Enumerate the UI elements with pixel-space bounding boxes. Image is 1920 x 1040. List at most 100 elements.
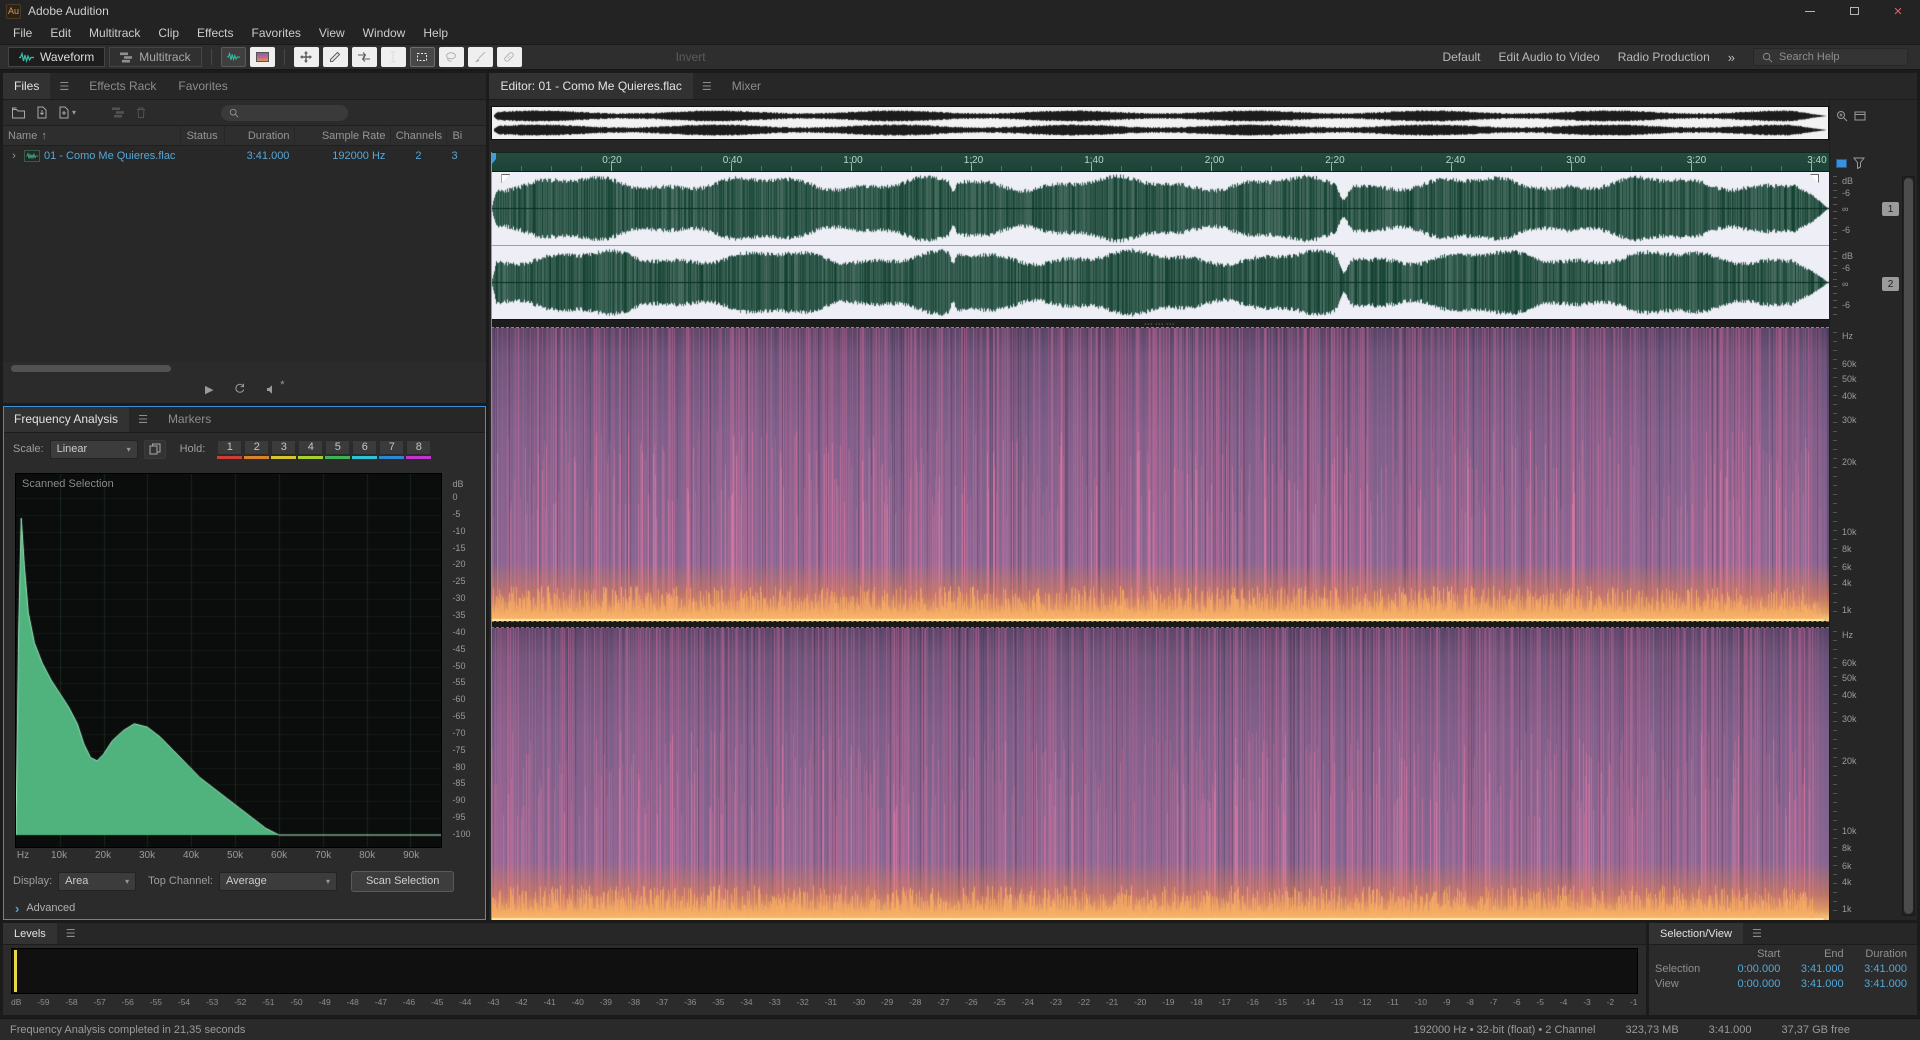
spectrogram-channel-1[interactable] xyxy=(491,328,1829,621)
channel-2-badge[interactable]: 2 xyxy=(1882,277,1899,291)
hold-button[interactable]: 5 xyxy=(325,439,351,459)
workspace-button[interactable]: Radio Production xyxy=(1618,50,1710,64)
multitrack-editor-button[interactable]: Multitrack xyxy=(109,47,202,67)
waveform-channel-2[interactable] xyxy=(491,246,1829,319)
new-content-button[interactable]: ▾ xyxy=(58,106,76,119)
slip-tool-button[interactable] xyxy=(351,47,377,67)
menu-item[interactable]: Edit xyxy=(41,22,80,44)
view-end-value[interactable]: 3:41.000 xyxy=(1780,978,1844,990)
tab-markers[interactable]: Markers xyxy=(157,406,222,432)
tab-favorites[interactable]: Favorites xyxy=(167,73,238,99)
minimize-button[interactable] xyxy=(1788,0,1832,22)
column-header-sample-rate[interactable]: Sample Rate xyxy=(294,126,390,145)
column-header-bit-depth[interactable]: Bi xyxy=(446,126,486,145)
spectrogram-channel-2[interactable] xyxy=(491,627,1829,920)
column-header-channels[interactable]: Channels xyxy=(390,126,446,145)
selection-start-value[interactable]: 0:00.000 xyxy=(1717,963,1781,975)
panel-menu-icon[interactable]: ☰ xyxy=(50,73,78,99)
loop-playback-button[interactable] xyxy=(233,383,246,395)
paintbrush-selection-tool-button[interactable] xyxy=(467,47,493,67)
selection-duration-value[interactable]: 3:41.000 xyxy=(1844,963,1907,975)
play-button[interactable]: ▶ xyxy=(205,383,213,396)
waveform-spectral-splitter[interactable]: ⋯⋯⋯ xyxy=(491,319,1829,328)
column-header-duration[interactable]: Duration xyxy=(224,126,294,145)
menu-item[interactable]: Effects xyxy=(188,22,242,44)
menu-item[interactable]: Clip xyxy=(149,22,188,44)
hold-button[interactable]: 7 xyxy=(379,439,405,459)
tab-mixer[interactable]: Mixer xyxy=(721,73,772,99)
help-search-box[interactable] xyxy=(1753,48,1908,66)
menu-item[interactable]: File xyxy=(4,22,41,44)
scale-dropdown[interactable]: Linear ▾ xyxy=(49,439,138,459)
workspace-overflow-button[interactable]: » xyxy=(1728,50,1735,65)
file-row[interactable]: › 01 - Como Me Quieres.flac 3:41.000 192… xyxy=(3,146,486,165)
auto-play-button[interactable]: * xyxy=(266,379,284,395)
hold-button[interactable]: 1 xyxy=(217,439,243,459)
marquee-selection-tool-button[interactable] xyxy=(409,47,435,67)
channel-1-badge[interactable]: 1 xyxy=(1882,202,1899,216)
menu-item[interactable]: Window xyxy=(354,22,415,44)
razor-tool-button[interactable] xyxy=(322,47,348,67)
waveform-editor-button[interactable]: Waveform xyxy=(8,47,106,67)
trash-button[interactable] xyxy=(135,106,147,119)
files-search-box[interactable] xyxy=(221,104,349,121)
lasso-selection-tool-button[interactable] xyxy=(438,47,464,67)
hold-button[interactable]: 8 xyxy=(406,439,432,459)
copy-graph-button[interactable] xyxy=(143,439,166,459)
waveform-channel-1[interactable] xyxy=(491,172,1829,246)
help-search-input[interactable] xyxy=(1779,51,1899,63)
menu-item[interactable]: Favorites xyxy=(243,22,310,44)
waveform-overview-navigator[interactable] xyxy=(491,106,1829,140)
column-header-status[interactable]: Status xyxy=(180,126,224,145)
scrollbar-thumb[interactable] xyxy=(1904,178,1913,914)
tab-effects-rack[interactable]: Effects Rack xyxy=(78,73,167,99)
hold-button[interactable]: 2 xyxy=(244,439,270,459)
top-channel-dropdown[interactable]: Average ▾ xyxy=(218,871,337,891)
files-search-input[interactable] xyxy=(244,106,341,119)
filter-icon[interactable] xyxy=(1853,157,1865,169)
advanced-section-toggle[interactable]: › Advanced xyxy=(3,896,486,920)
playhead-line[interactable] xyxy=(491,152,493,920)
scan-selection-button[interactable]: Scan Selection xyxy=(350,870,455,892)
tab-frequency-analysis[interactable]: Frequency Analysis xyxy=(3,406,130,432)
spectral-resolution-icon[interactable] xyxy=(1836,158,1847,168)
panel-menu-icon[interactable]: ☰ xyxy=(693,73,721,99)
waveform-view-toggle[interactable] xyxy=(220,47,246,67)
insert-into-multitrack-button[interactable] xyxy=(112,107,125,118)
menu-item[interactable]: Multitrack xyxy=(80,22,149,44)
vertical-scrollbar[interactable] xyxy=(1902,176,1915,916)
expander-icon[interactable]: › xyxy=(8,150,20,162)
panel-menu-icon[interactable]: ☰ xyxy=(57,923,85,944)
tab-selection-view[interactable]: Selection/View xyxy=(1649,923,1743,944)
spectral-view-toggle[interactable] xyxy=(249,47,275,67)
timeline-ruler[interactable]: 0:20 0:40 1:00 1:20 1:40 2:00 2:20 2:40 3:00 3:20… xyxy=(491,152,1829,172)
workspace-button[interactable]: Default xyxy=(1442,50,1480,64)
panel-options-icon[interactable] xyxy=(1854,110,1866,152)
menu-item[interactable]: Help xyxy=(414,22,457,44)
menu-item[interactable]: View xyxy=(310,22,354,44)
hold-button[interactable]: 3 xyxy=(271,439,297,459)
tab-levels[interactable]: Levels xyxy=(3,923,57,944)
time-selection-tool-button[interactable] xyxy=(380,47,406,67)
view-duration-value[interactable]: 3:41.000 xyxy=(1844,978,1907,990)
hold-button[interactable]: 6 xyxy=(352,439,378,459)
close-button[interactable]: × xyxy=(1876,0,1920,22)
files-horizontal-scrollbar[interactable] xyxy=(11,364,478,373)
panel-menu-icon[interactable]: ☰ xyxy=(1743,923,1771,944)
hold-button[interactable]: 4 xyxy=(298,439,324,459)
spot-healing-brush-tool-button[interactable] xyxy=(496,47,522,67)
tab-files[interactable]: Files xyxy=(3,73,51,99)
column-header-name[interactable]: Name ↑ xyxy=(3,126,180,145)
open-file-button[interactable] xyxy=(11,107,26,119)
zoom-icon[interactable] xyxy=(1836,110,1848,152)
move-tool-button[interactable] xyxy=(293,47,319,67)
maximize-button[interactable] xyxy=(1832,0,1876,22)
tab-editor[interactable]: Editor: 01 - Como Me Quieres.flac xyxy=(489,73,693,99)
import-file-button[interactable] xyxy=(36,106,48,119)
invert-button[interactable]: Invert xyxy=(676,50,706,64)
view-start-value[interactable]: 0:00.000 xyxy=(1717,978,1781,990)
selection-end-value[interactable]: 3:41.000 xyxy=(1780,963,1844,975)
panel-menu-icon[interactable]: ☰ xyxy=(129,406,157,432)
display-dropdown[interactable]: Area ▾ xyxy=(58,871,137,891)
scrollbar-thumb[interactable] xyxy=(11,365,171,372)
